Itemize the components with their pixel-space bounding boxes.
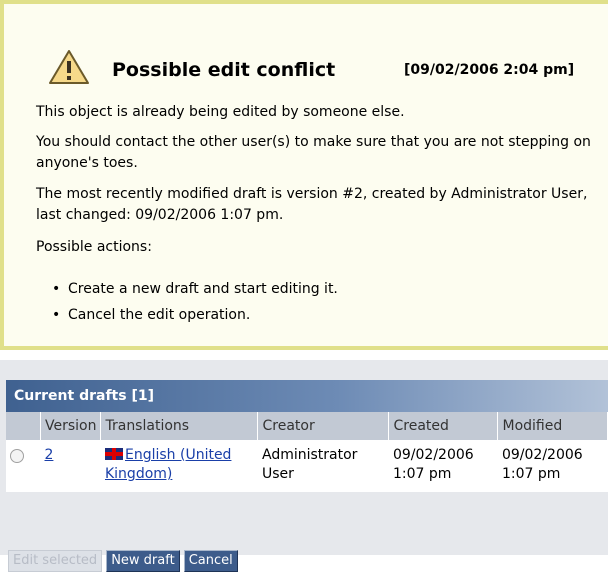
- column-header-version: Version: [40, 412, 102, 440]
- list-item: Create a new draft and start editing it.: [52, 276, 338, 302]
- select-column-header: [6, 412, 41, 440]
- version-link[interactable]: 2: [45, 447, 54, 463]
- draft-info: The most recently modified draft is vers…: [36, 186, 588, 223]
- column-header-creator: Creator: [257, 412, 390, 440]
- possible-actions-label: Possible actions:: [36, 239, 152, 255]
- draft-select-radio[interactable]: [10, 449, 24, 463]
- column-header-created: Created: [388, 412, 499, 440]
- select-cell: [6, 440, 41, 492]
- cancel-button[interactable]: Cancel: [183, 550, 238, 572]
- edit-conflict-warning: Possible edit conflict [09/02/2006 2:04 …: [0, 0, 608, 350]
- table-header-row: Version Translations Creator Created Mod…: [6, 412, 608, 440]
- draft-actions: Edit selected New draft Cancel: [8, 550, 242, 572]
- edit-selected-button[interactable]: Edit selected: [8, 550, 103, 572]
- creator-cell: Administrator User: [257, 440, 389, 492]
- warning-title: Possible edit conflict: [112, 59, 336, 81]
- warning-timestamp: [09/02/2006 2:04 pm]: [404, 62, 575, 78]
- list-item: Cancel the edit operation.: [52, 302, 338, 328]
- modified-cell: 09/02/2006 1:07 pm: [497, 440, 608, 492]
- conflict-message: This object is already being edited by s…: [36, 104, 405, 120]
- warning-icon: [49, 50, 89, 84]
- contact-advice: You should contact the other user(s) to …: [36, 134, 591, 171]
- table-row: 2 English (United Kingdom) Administrator…: [6, 440, 608, 492]
- column-header-translations: Translations: [100, 412, 259, 440]
- actions-list: Create a new draft and start editing it.…: [52, 276, 338, 328]
- translation-cell: English (United Kingdom): [100, 440, 258, 492]
- drafts-table: Version Translations Creator Created Mod…: [6, 412, 608, 492]
- created-cell: 09/02/2006 1:07 pm: [388, 440, 498, 492]
- uk-flag-icon: [104, 448, 123, 460]
- drafts-panel: Current drafts [1] Version Translations …: [0, 360, 608, 572]
- column-header-modified: Modified: [497, 412, 608, 440]
- translation-link[interactable]: English (United Kingdom): [105, 447, 231, 482]
- version-cell: 2: [40, 440, 101, 492]
- new-draft-button[interactable]: New draft: [106, 550, 180, 572]
- warning-header: Possible edit conflict [09/02/2006 2:04 …: [48, 49, 608, 93]
- drafts-title: Current drafts [1]: [6, 380, 608, 412]
